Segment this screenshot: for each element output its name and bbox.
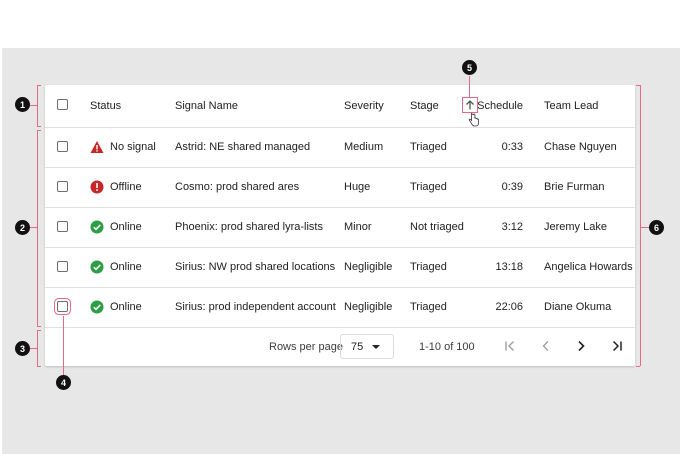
annotation-badge-2: 2: [15, 220, 30, 235]
annotation-badge-1: 1: [15, 97, 30, 112]
sort-ascending-button[interactable]: [462, 97, 478, 113]
signal-name-cell: Cosmo: prod shared ares: [175, 181, 300, 193]
table-row[interactable]: Online Sirius: prod independent account …: [45, 287, 635, 328]
previous-page-icon[interactable]: [539, 339, 553, 353]
status-cell: Offline: [90, 167, 142, 207]
status-label: Online: [110, 221, 142, 233]
table-row[interactable]: Online Sirius: NW prod shared locations …: [45, 247, 635, 288]
severity-cell: Medium: [344, 141, 384, 153]
annotation-leader: [30, 227, 37, 228]
severity-cell: Negligible: [344, 301, 393, 313]
status-cell: Online: [90, 247, 142, 287]
first-page-icon[interactable]: [503, 339, 517, 353]
severity-cell: Huge: [344, 181, 371, 193]
table-row[interactable]: No signal Astrid: NE shared managed Medi…: [45, 127, 635, 168]
annotation-badge-4: 4: [56, 375, 71, 390]
signal-name-cell: Sirius: NW prod shared locations: [175, 261, 336, 273]
row-checkbox[interactable]: [57, 141, 68, 152]
annotation-leader: [63, 316, 64, 376]
status-cell: Online: [90, 207, 142, 247]
next-page-icon[interactable]: [574, 339, 588, 353]
rows-per-page-select[interactable]: 75: [340, 334, 394, 359]
hand-cursor-icon: [468, 112, 479, 127]
check-circle-icon: [90, 300, 104, 314]
rows-per-page-label: Rows per page: [269, 340, 343, 353]
schedule-cell: 13:18: [495, 261, 523, 273]
stage-cell: Triaged: [410, 261, 447, 273]
annotation-bracket-tick: [636, 85, 640, 86]
status-label: No signal: [110, 141, 156, 153]
annotation-bracket-rows: [37, 130, 38, 326]
annotation-bracket-tick: [636, 366, 640, 367]
signal-name-cell: Sirius: prod independent account: [175, 301, 336, 313]
page-range-label: 1-10 of 100: [419, 340, 475, 353]
annotation-leader: [30, 348, 37, 349]
stage-cell: Not triaged: [410, 221, 464, 233]
warning-icon: [90, 141, 104, 153]
check-circle-icon: [90, 220, 104, 234]
annotation-badge-5: 5: [462, 60, 477, 75]
team-lead-cell: Diane Okuma: [544, 301, 612, 313]
row-checkbox[interactable]: [57, 301, 68, 312]
table-header-row: Status Signal Name Severity Stage Schedu…: [45, 85, 635, 128]
rows-per-page-value: 75: [351, 340, 364, 353]
status-label: Online: [110, 261, 142, 273]
header-severity[interactable]: Severity: [344, 85, 384, 127]
annotation-bracket-tick: [37, 130, 41, 131]
row-checkbox[interactable]: [57, 261, 68, 272]
team-lead-cell: Brie Furman: [544, 181, 605, 193]
last-page-icon[interactable]: [610, 339, 624, 353]
row-checkbox[interactable]: [57, 181, 68, 192]
status-label: Offline: [110, 181, 142, 193]
error-icon: [90, 180, 104, 194]
schedule-cell: 3:12: [501, 221, 523, 233]
team-lead-cell: Chase Nguyen: [544, 141, 617, 153]
annotation-leader: [30, 105, 37, 106]
header-signal-name[interactable]: Signal Name: [175, 85, 238, 127]
header-status[interactable]: Status: [90, 85, 121, 127]
annotation-bracket-tick: [37, 85, 41, 86]
page-side-band: [0, 0, 2, 454]
table-row[interactable]: Online Phoenix: prod shared lyra-lists M…: [45, 207, 635, 248]
annotation-bracket-header: [37, 85, 38, 126]
page-top-band: [0, 0, 680, 48]
header-schedule[interactable]: Schedule: [477, 85, 523, 127]
severity-cell: Minor: [344, 221, 372, 233]
annotation-bracket-tick: [37, 126, 41, 127]
status-cell: No signal: [90, 127, 156, 167]
table-row[interactable]: Offline Cosmo: prod shared ares Huge Tri…: [45, 167, 635, 208]
arrow-up-icon: [466, 100, 474, 110]
stage-cell: Triaged: [410, 141, 447, 153]
status-label: Online: [110, 301, 142, 313]
data-table-card: Status Signal Name Severity Stage Schedu…: [45, 85, 635, 366]
select-all-checkbox[interactable]: [57, 99, 68, 110]
annotation-leader: [641, 227, 649, 228]
annotation-badge-3: 3: [15, 341, 30, 356]
annotation-badge-6: 6: [649, 220, 664, 235]
schedule-cell: 22:06: [495, 301, 523, 313]
signal-name-cell: Astrid: NE shared managed: [175, 141, 311, 153]
status-cell: Online: [90, 287, 142, 327]
header-stage[interactable]: Stage: [410, 85, 439, 127]
team-lead-cell: Angelica Howards: [544, 261, 633, 273]
annotation-bracket-footer: [37, 330, 38, 366]
pagination-bar: Rows per page 75 1-10 of 100: [45, 327, 635, 366]
schedule-cell: 0:33: [501, 141, 523, 153]
schedule-cell: 0:39: [501, 181, 523, 193]
annotation-leader: [469, 76, 470, 98]
signal-name-cell: Phoenix: prod shared lyra-lists: [175, 221, 323, 233]
row-checkbox[interactable]: [57, 221, 68, 232]
stage-cell: Triaged: [410, 181, 447, 193]
caret-down-icon: [372, 345, 380, 349]
annotation-bracket-tick: [37, 366, 41, 367]
annotation-bracket-tick: [37, 326, 41, 327]
annotation-bracket-tick: [37, 330, 41, 331]
severity-cell: Negligible: [344, 261, 393, 273]
header-team-lead[interactable]: Team Lead: [544, 85, 598, 127]
team-lead-cell: Jeremy Lake: [544, 221, 607, 233]
stage-cell: Triaged: [410, 301, 447, 313]
check-circle-icon: [90, 260, 104, 274]
annotation-bracket-table: [640, 85, 641, 366]
